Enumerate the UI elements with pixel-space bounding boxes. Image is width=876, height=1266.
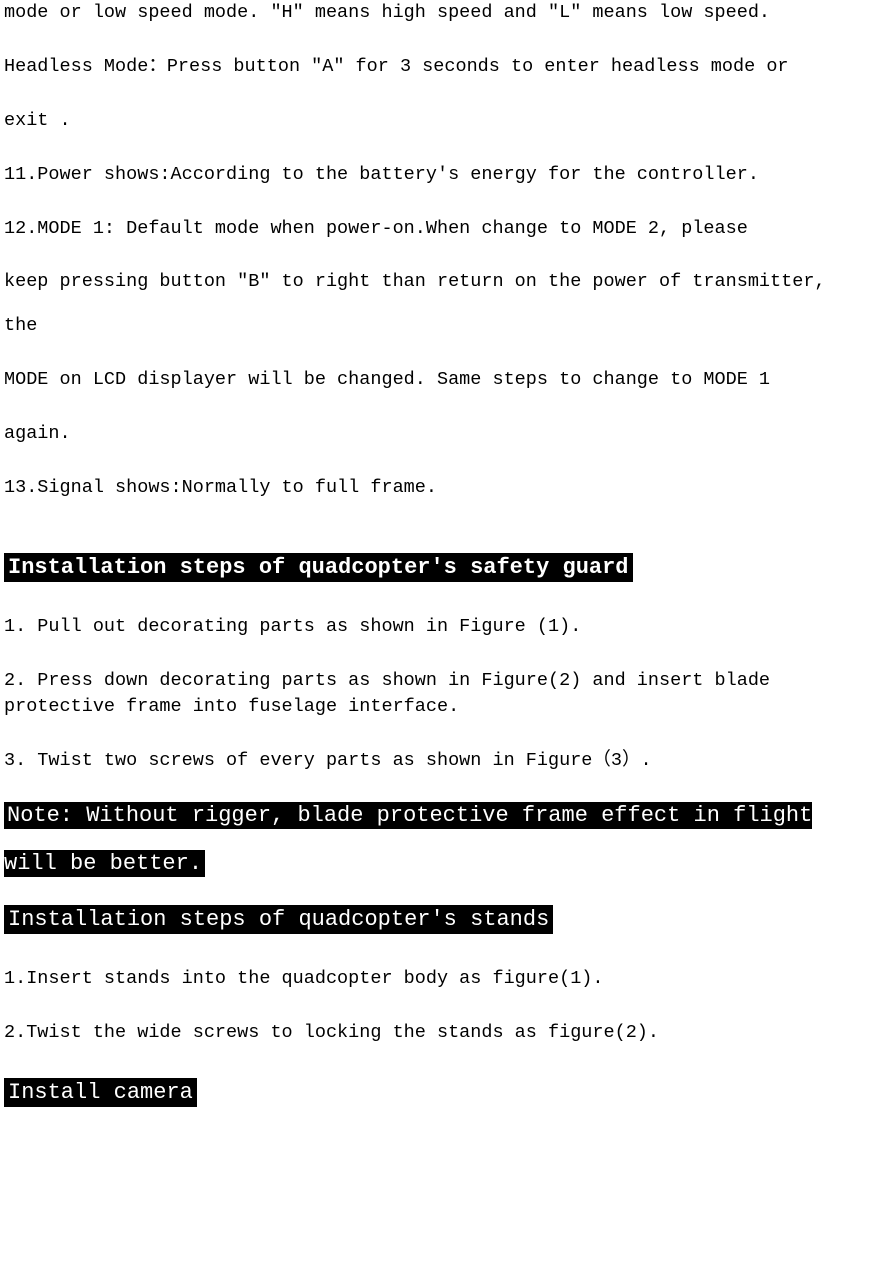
- text-item-11: 11.Power shows:According to the battery'…: [4, 162, 872, 188]
- heading-stands-wrap: Installation steps of quadcopter's stand…: [4, 901, 872, 938]
- text-item-12-a: 12.MODE 1: Default mode when power-on.Wh…: [4, 216, 872, 242]
- text-item-12-e: again.: [4, 421, 872, 447]
- heading-camera-wrap: Install camera: [4, 1074, 872, 1111]
- guard-note-wrap: Note: Without rigger, blade protective f…: [4, 792, 872, 889]
- text-line: exit .: [4, 108, 872, 134]
- stands-step-1: 1.Insert stands into the quadcopter body…: [4, 966, 872, 992]
- guard-step-3: 3. Twist two screws of every parts as sh…: [4, 748, 872, 774]
- text-item-12-c: the: [4, 313, 872, 339]
- guard-step-2: 2. Press down decorating parts as shown …: [4, 668, 872, 720]
- heading-camera: Install camera: [4, 1078, 197, 1107]
- guard-step-1: 1. Pull out decorating parts as shown in…: [4, 614, 872, 640]
- guard-note: Note: Without rigger, blade protective f…: [4, 802, 812, 877]
- text-line: Headless Mode：Press button "A" for 3 sec…: [4, 54, 872, 80]
- heading-stands: Installation steps of quadcopter's stand…: [4, 905, 553, 934]
- text-item-13: 13.Signal shows:Normally to full frame.: [4, 475, 872, 501]
- text-item-12-b: keep pressing button "B" to right than r…: [4, 269, 872, 295]
- stands-step-2: 2.Twist the wide screws to locking the s…: [4, 1020, 872, 1046]
- text-line: mode or low speed mode. "H" means high s…: [4, 0, 872, 26]
- document-body: mode or low speed mode. "H" means high s…: [0, 0, 876, 1111]
- heading-safety-guard-wrap: Installation steps of quadcopter's safet…: [4, 549, 872, 586]
- heading-safety-guard: Installation steps of quadcopter's safet…: [4, 553, 633, 582]
- text-item-12-d: MODE on LCD displayer will be changed. S…: [4, 367, 872, 393]
